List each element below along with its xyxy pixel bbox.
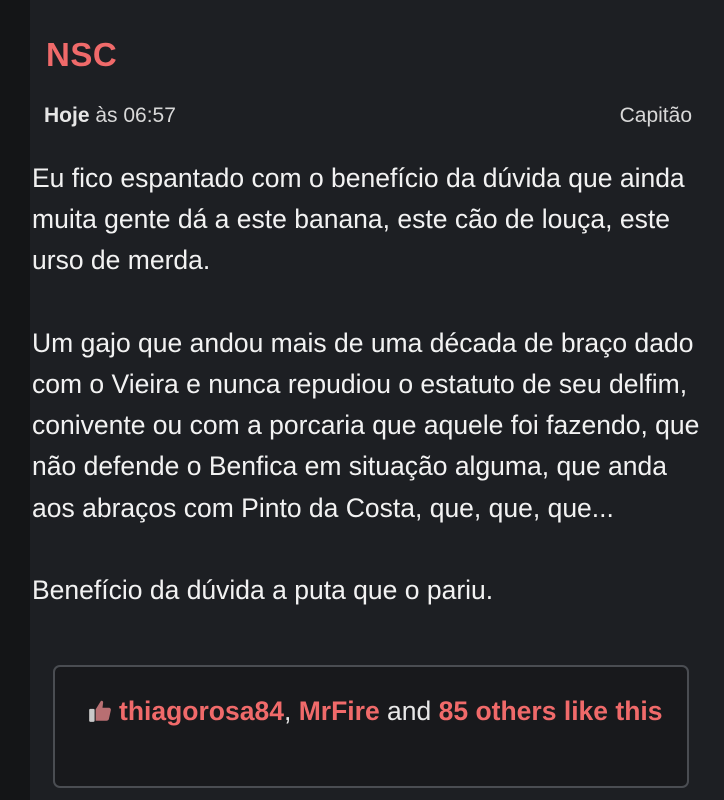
post-date-time: às 06:57 — [89, 104, 176, 127]
author-rank: Capitão — [619, 104, 692, 127]
likes-text: thiagorosa84, MrFire and 85 others like … — [87, 687, 677, 736]
thumbs-up-icon — [89, 700, 111, 722]
message-paragraph: Benefício da dúvida a puta que o pariu. — [32, 575, 494, 605]
post-author[interactable]: NSC — [46, 36, 117, 74]
post-message: Eu fico espantado com o benefício da dúv… — [32, 158, 704, 611]
post-date-day: Hoje — [44, 104, 90, 127]
likes-separator: , — [283, 696, 299, 726]
message-paragraph: Eu fico espantado com o benefício da dúv… — [32, 163, 685, 276]
post-timestamp[interactable]: Hoje às 06:57 — [44, 104, 176, 128]
likes-and-text: and — [379, 696, 439, 726]
likes-others-link[interactable]: 85 others like this — [439, 696, 663, 726]
message-paragraph: Um gajo que andou mais de uma década de … — [32, 327, 700, 523]
liker-link-mrfire[interactable]: MrFire — [299, 696, 380, 726]
likes-bar: thiagorosa84, MrFire and 85 others like … — [53, 665, 689, 788]
left-gutter — [0, 0, 30, 800]
liker-link-thiagorosa84[interactable]: thiagorosa84 — [119, 696, 284, 726]
page: NSC Hoje às 06:57 Capitão Eu fico espant… — [0, 0, 724, 800]
